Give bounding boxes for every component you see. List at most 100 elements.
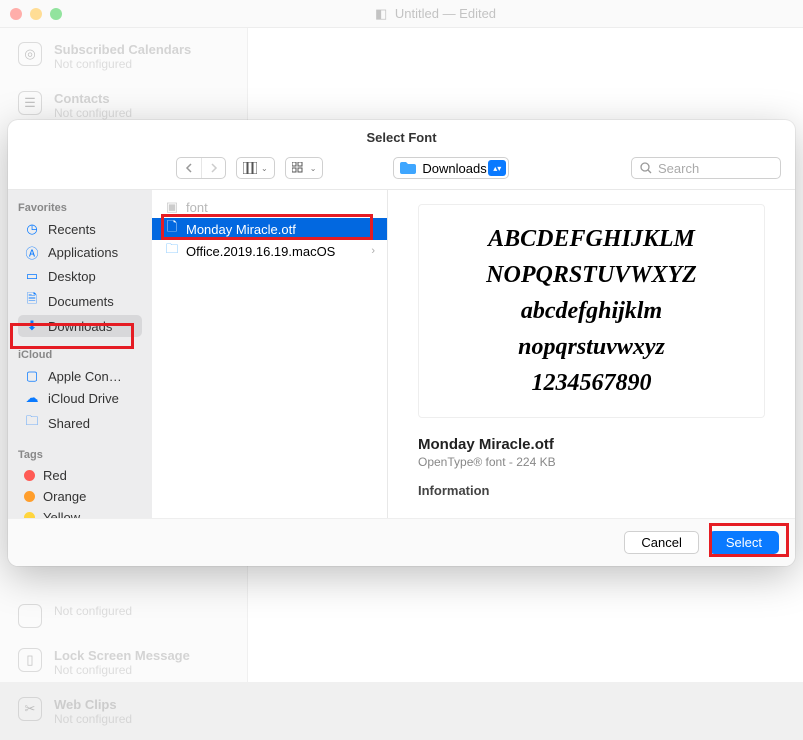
font-preview: ABCDEFGHIJKLM NOPQRSTUVWXYZ abcdefghijkl…	[418, 204, 765, 418]
finder-sidebar: Favorites ◷Recents ⒶApplications ▭Deskto…	[8, 190, 152, 518]
font-file-icon: 🗋	[164, 218, 180, 240]
sidebar-item-label: Yellow	[43, 510, 80, 518]
chevron-down-icon: ⌄	[310, 164, 317, 173]
minimize-window-button[interactable]	[30, 8, 42, 20]
sidebar-item-label: Documents	[48, 294, 114, 309]
back-button[interactable]	[177, 158, 201, 178]
bg-item-title: Contacts	[54, 91, 132, 106]
forward-button[interactable]	[201, 158, 225, 178]
bg-item-sub: Not configured	[54, 57, 191, 71]
webclips-icon: ✂	[18, 697, 42, 721]
bg-item-sub: Not configured	[54, 604, 132, 618]
sidebar-tag-orange[interactable]: Orange	[18, 486, 142, 507]
bg-sidebar-item: ◎ Subscribed CalendarsNot configured	[14, 36, 233, 85]
file-row[interactable]: 🗋 Monday Miracle.otf	[152, 218, 387, 240]
file-name: Monday Miracle.otf	[186, 222, 375, 237]
box-icon: ▢	[24, 368, 40, 384]
file-picker-sheet: Select Font ⌄ ⌄ Downloads ▴▾ Search	[8, 120, 795, 566]
sidebar-item-recents[interactable]: ◷ Recents	[18, 218, 142, 240]
traffic-lights	[10, 8, 62, 20]
close-window-button[interactable]	[10, 8, 22, 20]
bg-item-title: Web Clips	[54, 697, 132, 712]
bg-item-sub: Not configured	[54, 663, 190, 677]
group-by-button[interactable]: ⌄	[285, 157, 324, 179]
bg-sidebar-item: Not configured	[14, 598, 233, 642]
file-list-column: ▣ font 🗋 Monday Miracle.otf 🗀 Office.201…	[152, 190, 388, 518]
cancel-button[interactable]: Cancel	[624, 531, 698, 554]
sidebar-item-label: Applications	[48, 245, 118, 260]
bg-window-title: ◧ Untitled — Edited	[78, 6, 793, 22]
calendar-icon: ◎	[18, 42, 42, 66]
preview-line: nopqrstuvwxyz	[435, 329, 748, 365]
doc-icon: 🗎	[24, 290, 40, 312]
bg-item-title: Lock Screen Message	[54, 648, 190, 663]
view-mode-button[interactable]: ⌄	[236, 157, 275, 179]
sidebar-item-label: iCloud Drive	[48, 391, 119, 406]
folder-icon: ▣	[164, 199, 180, 215]
sidebar-item-documents[interactable]: 🗎 Documents	[18, 287, 142, 315]
sidebar-item-label: Apple Con…	[48, 369, 122, 384]
information-heading: Information	[418, 483, 765, 498]
chevron-down-icon: ⌄	[261, 164, 268, 173]
select-button[interactable]: Select	[709, 531, 779, 554]
preview-line: abcdefghijklm	[435, 293, 748, 329]
sidebar-item-desktop[interactable]: ▭ Desktop	[18, 265, 142, 287]
bg-title-suffix: — Edited	[439, 6, 496, 21]
columns-icon	[243, 162, 257, 174]
preview-line: ABCDEFGHIJKLM	[435, 221, 748, 257]
phone-icon: ▯	[18, 648, 42, 672]
file-row[interactable]: 🗀 Office.2019.16.19.macOS ›	[152, 240, 387, 262]
sidebar-item-downloads[interactable]: ⬇ Downloads	[18, 315, 142, 337]
preview-title: Monday Miracle.otf	[418, 436, 765, 453]
cloud-icon: ☁	[24, 390, 40, 406]
file-row[interactable]: ▣ font	[152, 196, 387, 218]
sheet-body: Favorites ◷Recents ⒶApplications ▭Deskto…	[8, 190, 795, 518]
search-placeholder: Search	[658, 161, 699, 176]
folder-icon: 🗀	[24, 412, 40, 434]
sheet-footer: Cancel Select	[8, 518, 795, 566]
clock-icon: ◷	[24, 221, 40, 237]
sidebar-item-label: Recents	[48, 222, 96, 237]
download-icon: ⬇	[24, 318, 40, 334]
nav-back-forward	[176, 157, 226, 179]
preview-line: NOPQRSTUVWXYZ	[435, 257, 748, 293]
sidebar-item-label: Red	[43, 468, 67, 483]
zoom-window-button[interactable]	[50, 8, 62, 20]
bg-item-sub: Not configured	[54, 712, 132, 726]
bg-sidebar-item: ✂ Web ClipsNot configured	[14, 691, 233, 740]
location-label: Downloads	[422, 161, 486, 176]
sidebar-item-shared[interactable]: 🗀 Shared	[18, 409, 142, 437]
sidebar-tag-red[interactable]: Red	[18, 465, 142, 486]
tags-heading: Tags	[18, 449, 142, 461]
search-input[interactable]: Search	[631, 157, 781, 179]
file-name: font	[186, 200, 375, 215]
desktop-icon: ▭	[24, 268, 40, 284]
tag-dot-icon	[24, 470, 35, 481]
popup-chevron-icon: ▴▾	[488, 160, 506, 176]
sidebar-item-label: Shared	[48, 416, 90, 431]
file-name: Office.2019.16.19.macOS	[186, 244, 365, 259]
contacts-icon: ☰	[18, 91, 42, 115]
sidebar-item-label: Desktop	[48, 269, 96, 284]
sidebar-item-iclouddrive[interactable]: ☁ iCloud Drive	[18, 387, 142, 409]
sidebar-tag-yellow[interactable]: Yellow	[18, 507, 142, 518]
blank-icon	[18, 604, 42, 628]
sidebar-item-appleconfig[interactable]: ▢ Apple Con…	[18, 365, 142, 387]
sidebar-item-label: Downloads	[48, 319, 112, 334]
chevron-right-icon: ›	[371, 245, 375, 257]
tag-dot-icon	[24, 491, 35, 502]
bg-sidebar-item: ▯ Lock Screen MessageNot configured	[14, 642, 233, 691]
bg-title-text: Untitled	[395, 6, 439, 21]
grid-icon	[292, 162, 306, 174]
bg-item-title: Subscribed Calendars	[54, 42, 191, 57]
icloud-heading: iCloud	[18, 349, 142, 361]
sheet-title: Select Font	[8, 120, 795, 151]
folder-icon	[400, 162, 416, 174]
sidebar-item-label: Orange	[43, 489, 86, 504]
search-icon	[640, 162, 652, 174]
sidebar-item-applications[interactable]: Ⓐ Applications	[18, 240, 142, 265]
preview-line: 1234567890	[435, 365, 748, 401]
apps-icon: Ⓐ	[24, 243, 40, 262]
location-popup[interactable]: Downloads ▴▾	[393, 157, 509, 179]
document-icon: ◧	[375, 6, 387, 21]
